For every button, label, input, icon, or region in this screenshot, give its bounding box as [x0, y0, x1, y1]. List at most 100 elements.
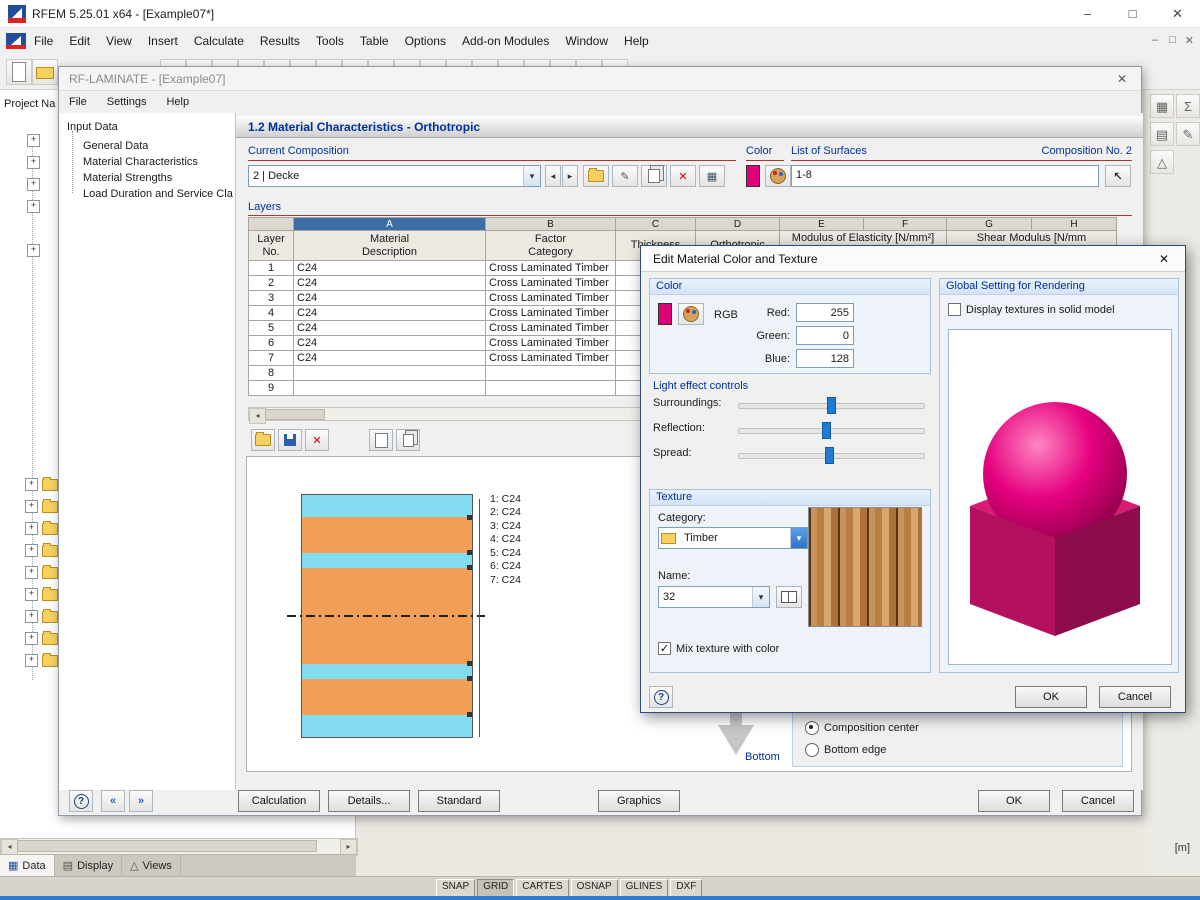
tree-expand-icon[interactable]: + [25, 632, 38, 645]
menu-item-addon-modules[interactable]: Add-on Modules [454, 29, 557, 53]
tree-item-material-characteristics[interactable]: Material Characteristics [83, 156, 198, 168]
tree-item-material-strengths[interactable]: Material Strengths [83, 172, 172, 184]
menu-item-table[interactable]: Table [352, 29, 397, 53]
composition-color-swatch[interactable] [746, 165, 760, 187]
composition-next-icon[interactable]: ▸ [562, 165, 578, 187]
scroll-left-icon[interactable]: ◂ [1, 839, 18, 855]
chevron-down-icon[interactable]: ▾ [790, 528, 807, 548]
folder-icon[interactable] [42, 567, 58, 579]
tree-expand-icon[interactable]: + [27, 244, 40, 257]
blue-input[interactable]: 128 [796, 349, 854, 368]
tree-expand-icon[interactable]: + [25, 610, 38, 623]
pencil-tool-icon[interactable]: ✎ [1176, 122, 1200, 146]
slider-thumb[interactable] [822, 422, 831, 439]
radio-icon[interactable] [805, 743, 819, 757]
rf-cancel-button[interactable]: Cancel [1062, 790, 1134, 812]
tree-expand-icon[interactable]: + [27, 134, 40, 147]
texture-category-select[interactable]: Timber ▾ [658, 527, 808, 549]
menu-item-options[interactable]: Options [397, 29, 454, 53]
rows-tool-icon[interactable]: ▤ [1150, 122, 1174, 146]
export-table-button[interactable]: ▦ [699, 165, 725, 187]
composition-prev-icon[interactable]: ◂ [545, 165, 561, 187]
new-document-icon[interactable] [6, 59, 32, 85]
menu-item-edit[interactable]: Edit [61, 29, 98, 53]
green-input[interactable]: 0 [796, 326, 854, 345]
reflection-slider[interactable] [738, 428, 925, 434]
grid-tool-icon[interactable]: ▦ [1150, 94, 1174, 118]
spread-slider[interactable] [738, 453, 925, 459]
alignment-option[interactable]: Composition center [805, 721, 919, 735]
folder-icon[interactable] [42, 655, 58, 667]
surroundings-slider[interactable] [738, 403, 925, 409]
tab-data[interactable]: ▦Data [0, 855, 55, 876]
folder-icon[interactable] [42, 633, 58, 645]
column-letter[interactable]: G [947, 218, 1032, 231]
folder-icon[interactable] [42, 611, 58, 623]
tree-expand-icon[interactable]: + [25, 566, 38, 579]
menu-item-insert[interactable]: Insert [140, 29, 186, 53]
save-composition-button[interactable] [278, 429, 302, 451]
checkbox-checked-icon[interactable]: ✓ [658, 642, 671, 655]
rf-menu-help[interactable]: Help [156, 93, 199, 111]
close-icon[interactable]: ✕ [1155, 0, 1200, 27]
folder-icon[interactable] [42, 545, 58, 557]
menu-item-help[interactable]: Help [616, 29, 657, 53]
mdi-minimize-icon[interactable]: – [1152, 34, 1158, 46]
tab-display[interactable]: ▤Display [55, 855, 122, 876]
mdi-restore-icon[interactable]: □ [1169, 34, 1176, 46]
triangle-tool-icon[interactable]: △ [1150, 150, 1174, 174]
red-input[interactable]: 255 [796, 303, 854, 322]
mdi-close-icon[interactable]: ✕ [1185, 34, 1194, 47]
menu-item-calculate[interactable]: Calculate [186, 29, 252, 53]
browse-textures-button[interactable] [776, 586, 802, 608]
sum-tool-icon[interactable]: Σ [1176, 94, 1200, 118]
menu-item-window[interactable]: Window [557, 29, 616, 53]
mix-texture-option[interactable]: ✓ Mix texture with color [658, 642, 779, 655]
pick-surfaces-button[interactable]: ↖ [1105, 165, 1131, 187]
chevron-down-icon[interactable]: ▾ [523, 166, 540, 186]
alignment-option[interactable]: Bottom edge [805, 743, 886, 757]
column-letter[interactable]: C [616, 218, 696, 231]
tree-expand-icon[interactable]: + [25, 478, 38, 491]
rf-menu-file[interactable]: File [59, 93, 97, 111]
next-table-button[interactable]: » [129, 790, 153, 812]
tree-expand-icon[interactable]: + [25, 522, 38, 535]
folder-icon[interactable] [42, 589, 58, 601]
tree-expand-icon[interactable]: + [27, 200, 40, 213]
graphics-button[interactable]: Graphics [598, 790, 680, 812]
menu-item-tools[interactable]: Tools [308, 29, 352, 53]
delete-rows-button[interactable]: ✕ [305, 429, 329, 451]
maximize-icon[interactable]: □ [1110, 0, 1155, 27]
chevron-down-icon[interactable]: ▾ [752, 587, 769, 607]
column-letter[interactable]: E [780, 218, 864, 231]
tree-expand-icon[interactable]: + [27, 156, 40, 169]
calculation-button[interactable]: Calculation [238, 790, 320, 812]
column-letter[interactable]: B [486, 218, 616, 231]
folder-icon[interactable] [42, 479, 58, 491]
tree-root-input-data[interactable]: Input Data [67, 121, 118, 133]
column-letter[interactable]: D [696, 218, 780, 231]
menu-item-file[interactable]: File [26, 29, 61, 53]
copy-table-button[interactable] [396, 429, 420, 451]
column-letter[interactable]: F [864, 218, 947, 231]
tree-expand-icon[interactable]: + [27, 178, 40, 191]
edit-help-button[interactable]: ? [649, 686, 673, 708]
radio-selected-icon[interactable] [805, 721, 819, 735]
checkbox-icon[interactable] [948, 303, 961, 316]
material-color-swatch[interactable] [658, 303, 672, 325]
copy-composition-button[interactable] [641, 165, 667, 187]
import-composition-button[interactable] [251, 429, 275, 451]
tree-item-load-duration[interactable]: Load Duration and Service Clas [83, 188, 233, 200]
rf-close-icon[interactable]: ✕ [1109, 69, 1135, 89]
rf-help-button[interactable]: ? [69, 790, 93, 812]
tab-views[interactable]: △Views [122, 855, 181, 876]
rf-menu-settings[interactable]: Settings [97, 93, 157, 111]
scroll-right-icon[interactable]: ▸ [340, 839, 357, 855]
tree-expand-icon[interactable]: + [25, 544, 38, 557]
edit-composition-button[interactable]: ✎ [612, 165, 638, 187]
menu-item-view[interactable]: View [98, 29, 140, 53]
edit-cancel-button[interactable]: Cancel [1099, 686, 1171, 708]
composition-select[interactable]: 2 | Decke ▾ [248, 165, 541, 187]
color-picker-button[interactable] [678, 303, 704, 325]
column-letter[interactable]: A [294, 218, 486, 231]
